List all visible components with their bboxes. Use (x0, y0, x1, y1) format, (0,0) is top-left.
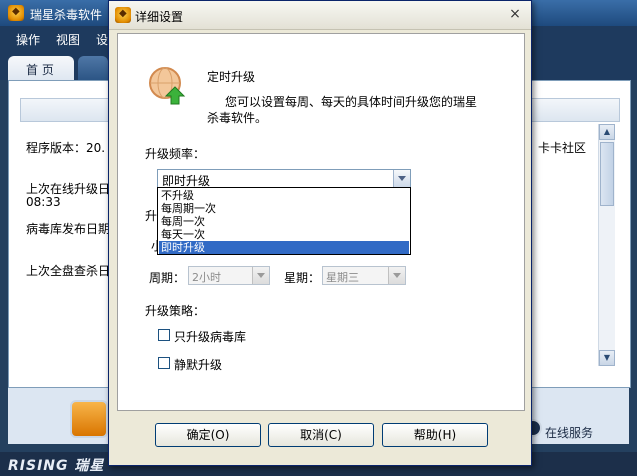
main-scrollbar[interactable]: ▲ ▼ (598, 124, 615, 366)
dropdown-option[interactable]: 每周期一次 (159, 202, 409, 215)
online-service-link[interactable]: 在线服务 (545, 424, 593, 441)
scroll-thumb[interactable] (600, 142, 614, 206)
ok-button[interactable]: 确定(O) (155, 423, 261, 447)
help-button[interactable]: 帮助(H) (382, 423, 488, 447)
period-label: 周期： (149, 271, 186, 285)
virus-db-date-label: 病毒库发布日期 (26, 222, 111, 236)
main-window-title: 瑞星杀毒软件 (30, 8, 103, 22)
only-db-label[interactable]: 只升级病毒库 (174, 328, 246, 345)
kaka-community-link[interactable]: 卡卡社区 (538, 139, 586, 156)
settings-dialog: ◆ 详细设置 × 定时升级 您可以设置每周、每天的具体时间升级您的瑞星杀毒软件。… (108, 0, 532, 466)
dropdown-option[interactable]: 不升级 (159, 189, 409, 202)
rising-brand-logo: RISING 瑞星 (8, 458, 105, 474)
dropdown-option[interactable]: 每天一次 (159, 228, 409, 241)
update-globe-icon (149, 67, 186, 105)
chevron-down-icon[interactable] (388, 267, 405, 284)
chevron-down-icon[interactable] (252, 267, 269, 284)
only-db-checkbox[interactable] (158, 329, 170, 341)
silent-update-checkbox[interactable] (158, 357, 170, 369)
version-label: 程序版本：20. (26, 141, 106, 155)
dialog-title: 详细设置 (135, 10, 184, 24)
scroll-up-icon[interactable]: ▲ (599, 124, 615, 140)
close-icon[interactable]: × (507, 7, 523, 23)
frequency-dropdown-list: 不升级 每周期一次 每周一次 每天一次 即时升级 (157, 187, 411, 255)
dropdown-option[interactable]: 每周一次 (159, 215, 409, 228)
dialog-title-bar[interactable]: ◆ 详细设置 × (109, 1, 531, 30)
frequency-label: 升级频率： (145, 147, 206, 161)
silent-update-label[interactable]: 静默升级 (174, 356, 222, 373)
tab-home-label: 首 页 (26, 63, 54, 77)
schedule-update-description: 您可以设置每周、每天的具体时间升级您的瑞星杀毒软件。 (207, 95, 478, 125)
rising-lion-icon: ◆ (8, 5, 24, 21)
weekday-label: 星期： (284, 271, 321, 285)
shield-logo-icon (70, 400, 108, 438)
dropdown-option-selected[interactable]: 即时升级 (159, 241, 409, 254)
period-select[interactable]: 2小时 (188, 266, 270, 285)
strategy-label: 升级策略： (145, 304, 206, 318)
last-full-scan-label: 上次全盘查杀日 (26, 264, 111, 278)
schedule-update-title: 定时升级 (207, 70, 256, 84)
scroll-down-icon[interactable]: ▼ (599, 350, 615, 366)
weekday-select-value: 星期三 (326, 271, 359, 284)
menu-view[interactable]: 视图 (56, 31, 80, 48)
last-update-time: 08:33 (26, 195, 61, 209)
obscured-label: 升 (145, 209, 158, 223)
menu-operate[interactable]: 操作 (16, 31, 40, 48)
rising-lion-icon: ◆ (115, 7, 131, 23)
chevron-down-icon[interactable] (393, 170, 410, 187)
menu-settings[interactable]: 设 (96, 31, 108, 48)
cancel-button[interactable]: 取消(C) (268, 423, 374, 447)
tab-home[interactable]: 首 页 (8, 56, 74, 80)
tab-scan[interactable] (78, 56, 108, 80)
frequency-select[interactable]: 即时升级 (157, 169, 411, 188)
weekday-select[interactable]: 星期三 (322, 266, 406, 285)
period-select-value: 2小时 (192, 271, 221, 284)
